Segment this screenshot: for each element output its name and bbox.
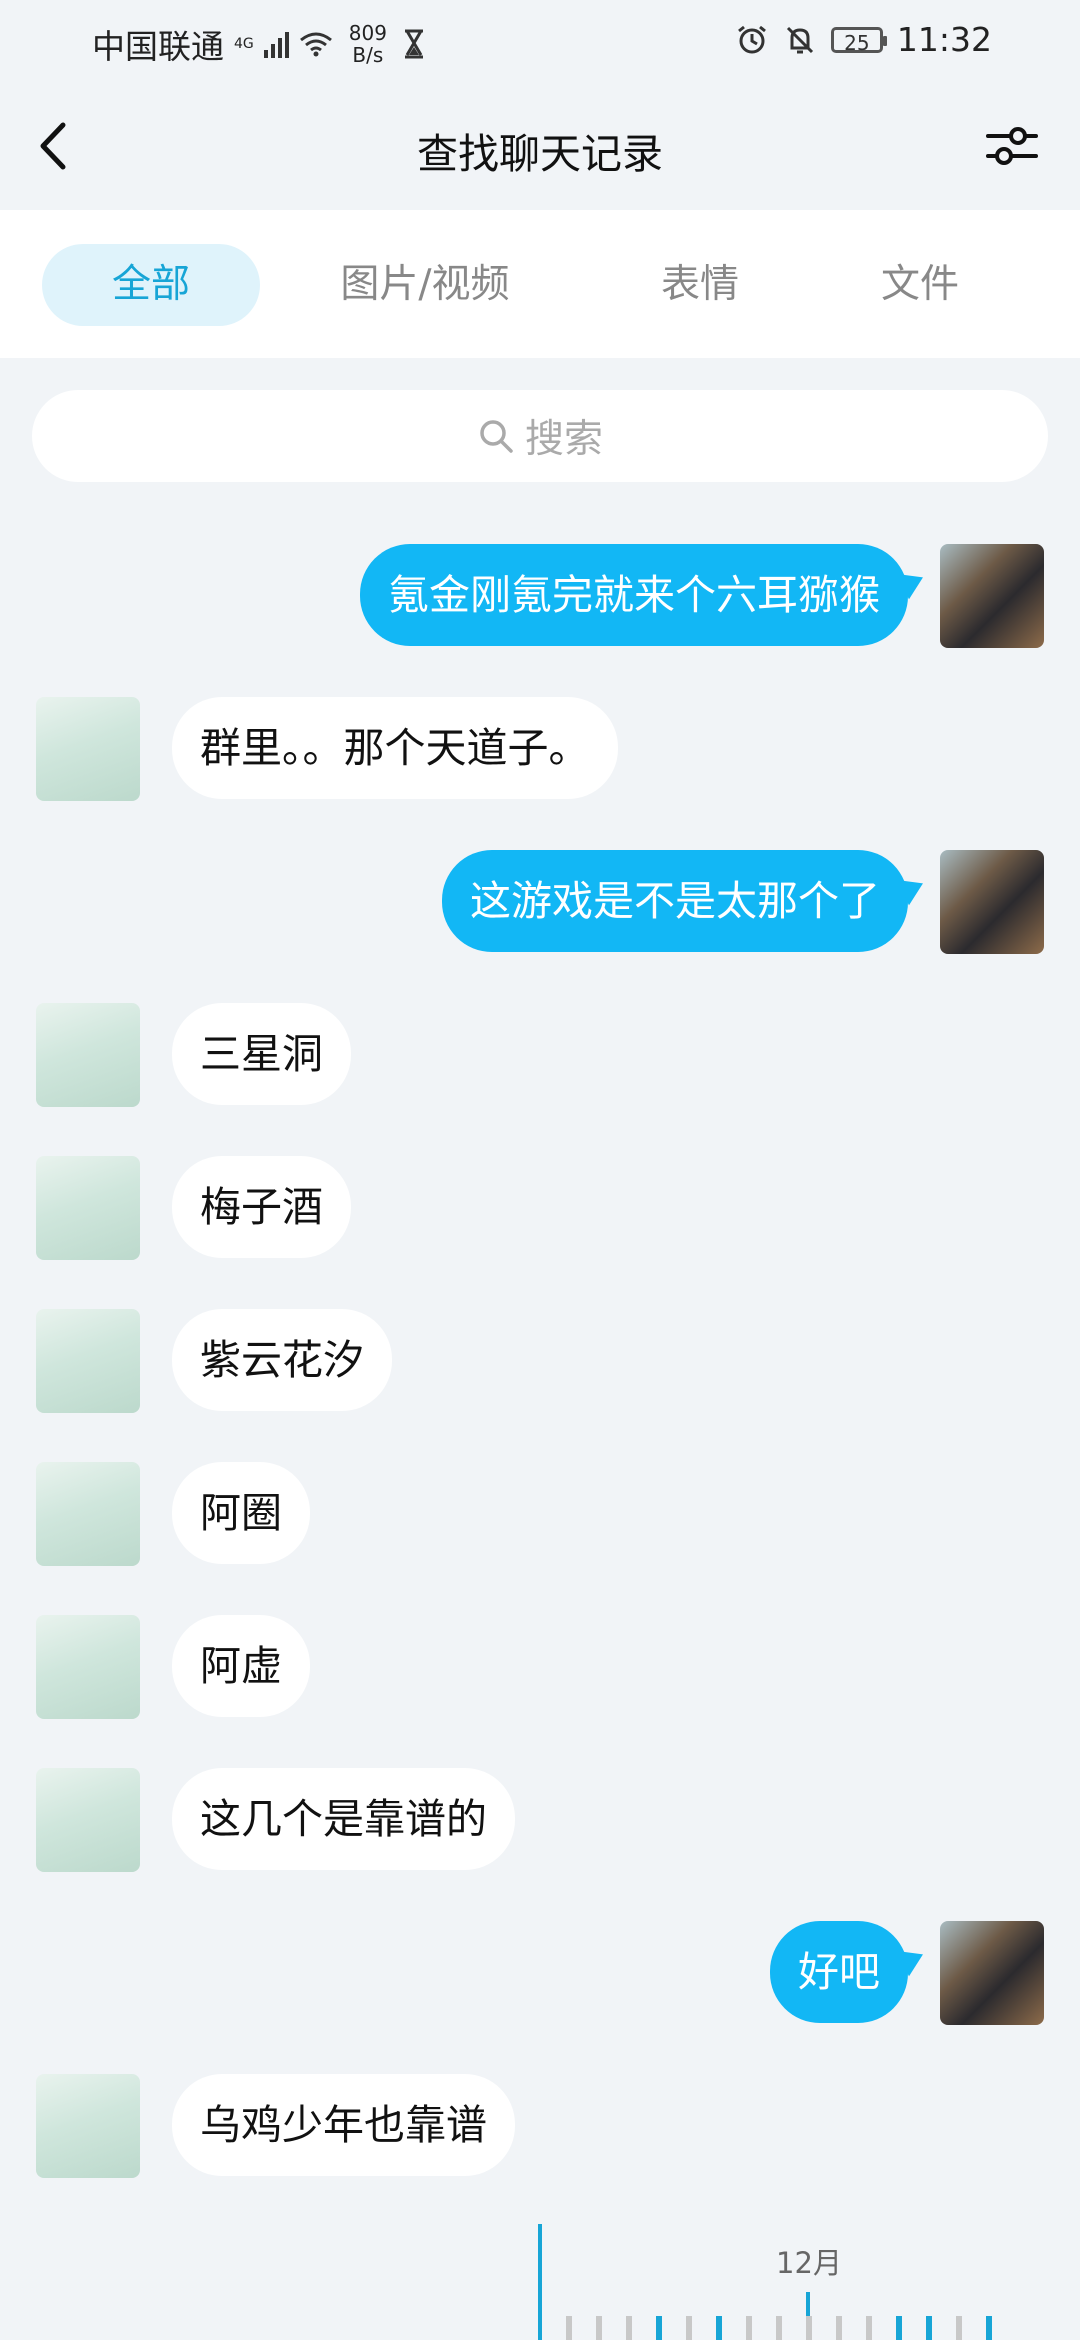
tab-all[interactable]: 全部 [42,244,260,326]
timeline-tick [566,2316,572,2340]
network-type: 4G [234,35,254,52]
outgoing-message-bubble[interactable]: 好吧 [770,1921,908,2023]
speed-unit: B/s [352,43,384,67]
sliders-icon [986,127,1038,165]
contact-avatar[interactable] [36,2074,140,2178]
my-avatar[interactable] [940,544,1044,648]
mute-bell-icon [783,23,817,57]
tab-stickers[interactable]: 表情 [620,244,780,326]
message-row: 三星洞 [0,1003,1080,1107]
incoming-message-bubble[interactable]: 乌鸡少年也靠谱 [172,2074,515,2176]
status-bar: 中国联通 4G 809 B/s 25 11:32 [0,0,1080,80]
message-row: 好吧 [0,1921,1080,2025]
message-row: 阿圈 [0,1462,1080,1566]
contact-avatar[interactable] [36,1462,140,1566]
contact-avatar[interactable] [36,1003,140,1107]
status-right: 25 11:32 [735,20,992,59]
contact-avatar[interactable] [36,697,140,801]
filter-button[interactable] [982,116,1042,176]
timeline-ticks [566,2316,1066,2340]
incoming-message-bubble[interactable]: 阿虚 [172,1615,310,1717]
carrier-name: 中国联通 [92,27,224,66]
timeline-tick [686,2316,692,2340]
timeline-tick [626,2316,632,2340]
category-tabs: 全部 图片/视频 表情 文件 [0,210,1080,358]
timeline-month-label: 12月 [776,2246,842,2280]
page-title: 查找聊天记录 [417,130,663,178]
contact-avatar[interactable] [36,1615,140,1719]
incoming-message-bubble[interactable]: 阿圈 [172,1462,310,1564]
timeline-tick [716,2316,722,2340]
timeline-tick [836,2316,842,2340]
timeline-tick [596,2316,602,2340]
timeline-tick [986,2316,992,2340]
incoming-message-bubble[interactable]: 梅子酒 [172,1156,351,1258]
battery-icon: 25 [830,26,887,55]
timeline-tick [866,2316,872,2340]
header: 查找聊天记录 [0,80,1080,210]
timeline-tick [776,2316,782,2340]
incoming-message-bubble[interactable]: 群里。。那个天道子。 [172,697,618,799]
message-row: 群里。。那个天道子。 [0,697,1080,801]
tab-files[interactable]: 文件 [840,244,1000,326]
message-row: 紫云花汐 [0,1309,1080,1413]
outgoing-message-bubble[interactable]: 这游戏是不是太那个了 [442,850,908,952]
contact-avatar[interactable] [36,1768,140,1872]
search-input[interactable]: 搜索 [32,390,1048,482]
timeline-tick [896,2316,902,2340]
contact-avatar[interactable] [36,1309,140,1413]
network-speed: 809 B/s [349,22,387,66]
incoming-message-bubble[interactable]: 紫云花汐 [172,1309,392,1411]
my-avatar[interactable] [940,850,1044,954]
incoming-message-bubble[interactable]: 三星洞 [172,1003,351,1105]
speed-value: 809 [348,21,387,45]
alarm-icon [735,23,769,57]
clock-time: 11:32 [896,20,992,59]
message-row: 乌鸡少年也靠谱 [0,2074,1080,2178]
message-row: 梅子酒 [0,1156,1080,1260]
contact-avatar[interactable] [36,1156,140,1260]
search-placeholder: 搜索 [524,417,603,462]
message-row: 这游戏是不是太那个了 [0,850,1080,954]
message-row: 这几个是靠谱的 [0,1768,1080,1872]
wifi-icon [299,27,333,61]
message-row: 阿虚 [0,1615,1080,1719]
my-avatar[interactable] [940,1921,1044,2025]
timeline-tick [746,2316,752,2340]
incoming-message-bubble[interactable]: 这几个是靠谱的 [172,1768,515,1870]
search-icon [480,420,513,453]
timeline-tick [956,2316,962,2340]
status-left: 中国联通 4G 809 B/s [92,20,431,68]
outgoing-message-bubble[interactable]: 氪金刚氪完就来个六耳猕猴 [360,544,908,646]
hourglass-icon [397,27,431,61]
message-row: 氪金刚氪完就来个六耳猕猴 [0,544,1080,648]
timeline-tick [656,2316,662,2340]
timeline-tick [926,2316,932,2340]
signal-icon [263,30,289,58]
timeline-tick [806,2316,812,2340]
date-timeline-scrubber[interactable]: 12月 [0,2210,1080,2340]
tab-images-videos[interactable]: 图片/视频 [310,244,540,326]
